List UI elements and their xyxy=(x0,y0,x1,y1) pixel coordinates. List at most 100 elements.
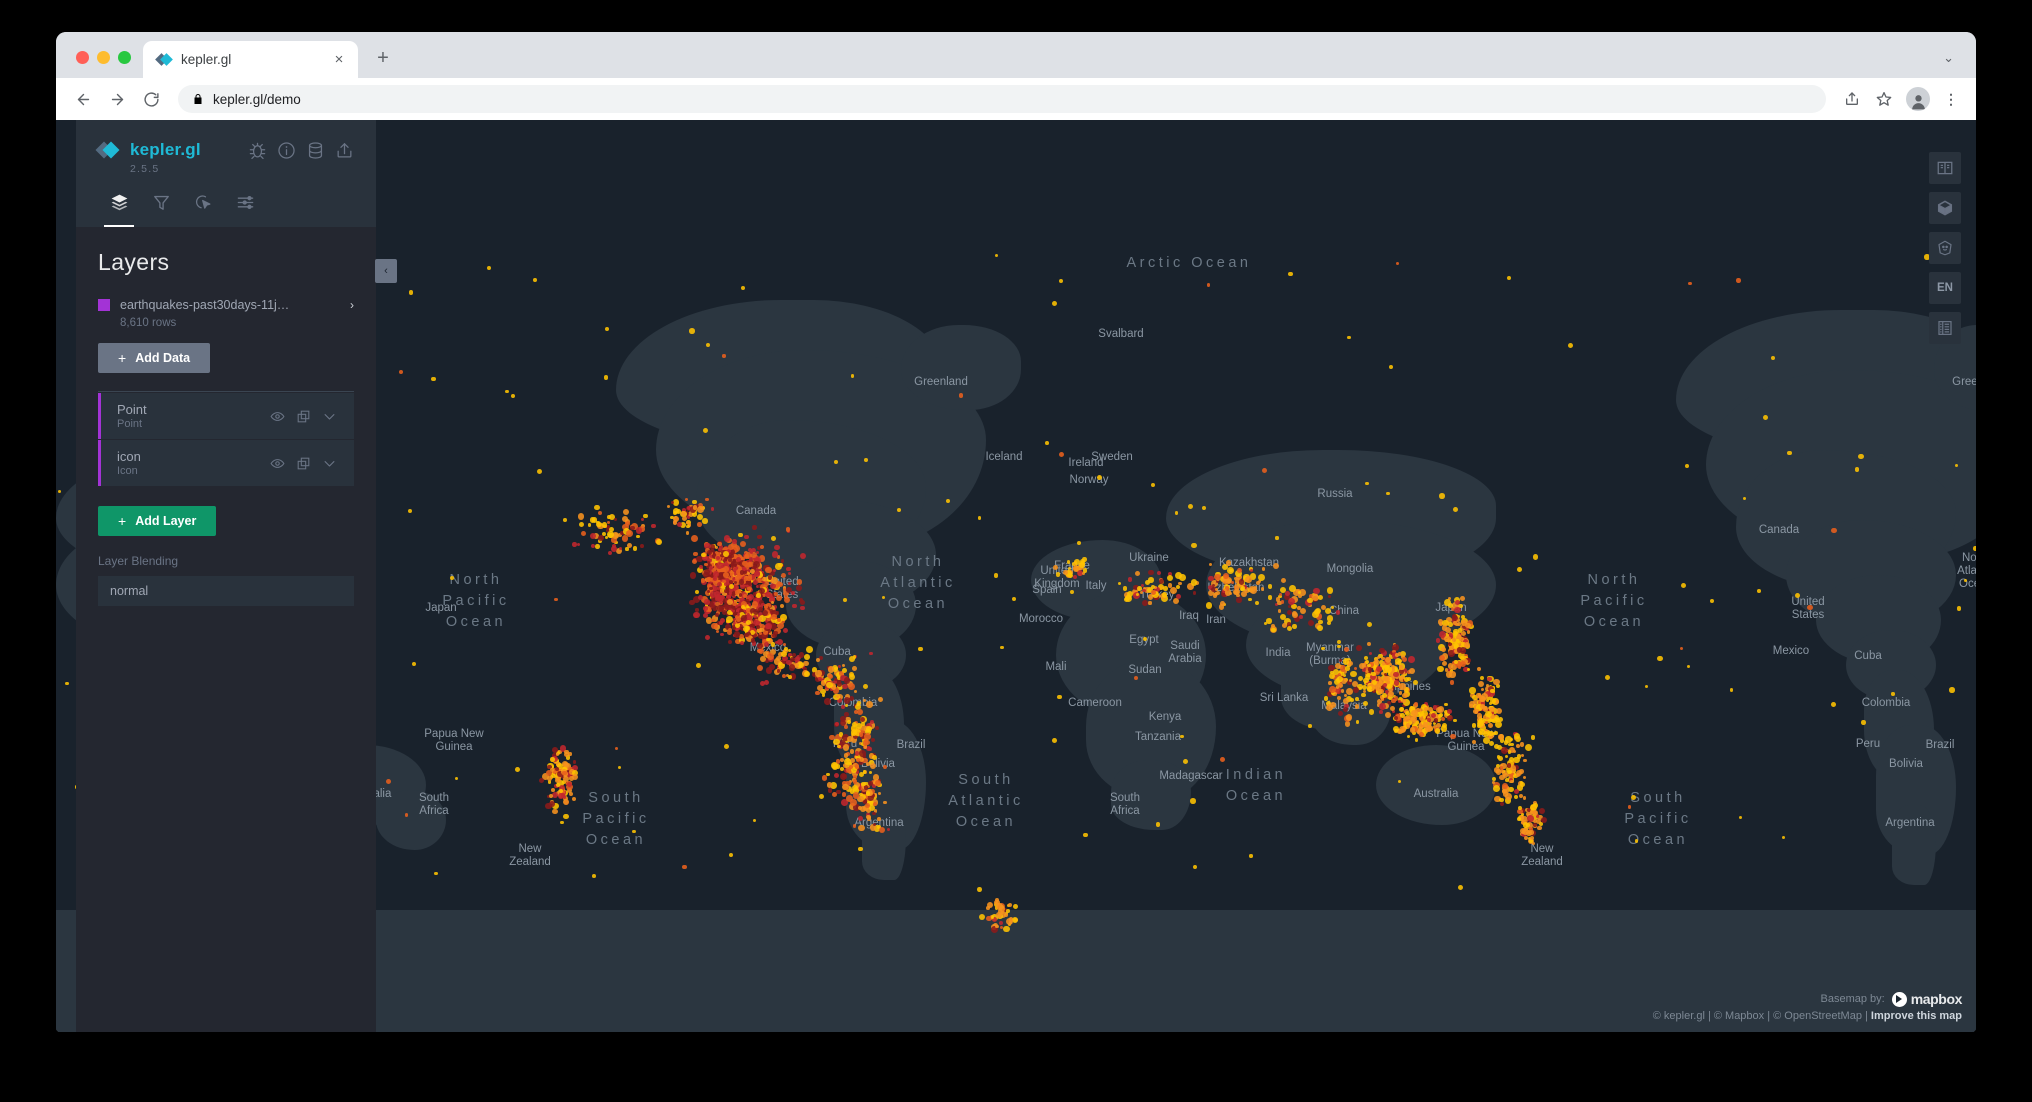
map-data-point[interactable] xyxy=(766,638,770,642)
map-data-point[interactable] xyxy=(1281,578,1286,583)
map-data-point[interactable] xyxy=(853,792,859,798)
map-data-point[interactable] xyxy=(1399,669,1403,673)
map-data-point[interactable] xyxy=(598,511,602,515)
map-data-point[interactable] xyxy=(623,509,629,515)
map-data-point[interactable] xyxy=(765,567,772,574)
profile-avatar[interactable] xyxy=(1906,87,1930,111)
map-data-point[interactable] xyxy=(551,788,555,792)
map-data-point[interactable] xyxy=(1391,699,1395,703)
map-data-point[interactable] xyxy=(1521,754,1524,757)
map-data-point[interactable] xyxy=(598,535,604,541)
map-data-point[interactable] xyxy=(1012,597,1016,601)
map-data-point[interactable] xyxy=(859,750,865,756)
map-data-point[interactable] xyxy=(579,522,584,527)
map-data-point[interactable] xyxy=(827,782,833,788)
map-data-point[interactable] xyxy=(723,551,729,557)
map-data-point[interactable] xyxy=(693,552,697,556)
map-data-point[interactable] xyxy=(1077,541,1081,545)
map-data-point[interactable] xyxy=(1067,560,1070,563)
map-data-point[interactable] xyxy=(858,847,862,851)
map-data-point[interactable] xyxy=(1399,665,1403,669)
map-data-point[interactable] xyxy=(868,781,873,786)
map-data-point[interactable] xyxy=(1477,720,1484,727)
map-data-point[interactable] xyxy=(608,551,612,555)
map-data-point[interactable] xyxy=(1568,343,1573,348)
map-data-point[interactable] xyxy=(1386,492,1389,495)
map-data-point[interactable] xyxy=(1213,593,1218,598)
map-data-point[interactable] xyxy=(1437,666,1443,672)
map-data-point[interactable] xyxy=(850,749,855,754)
map-data-point[interactable] xyxy=(1335,663,1341,669)
map-data-point[interactable] xyxy=(1148,601,1151,604)
map-data-point[interactable] xyxy=(1325,608,1331,614)
map-data-point[interactable] xyxy=(842,664,845,667)
map-data-point[interactable] xyxy=(1321,647,1324,650)
map-data-point[interactable] xyxy=(1387,684,1392,689)
map-data-point[interactable] xyxy=(742,561,747,566)
map-data-point[interactable] xyxy=(1680,647,1684,651)
map-data-point[interactable] xyxy=(1368,686,1372,690)
map-data-point[interactable] xyxy=(1398,659,1402,663)
map-data-point[interactable] xyxy=(786,567,790,571)
browser-menu-button[interactable]: ⋮ xyxy=(1940,94,1962,104)
map-data-point[interactable] xyxy=(824,698,831,705)
map-data-point[interactable] xyxy=(548,780,551,783)
map-data-point[interactable] xyxy=(1052,738,1057,743)
duplicate-layer-icon[interactable] xyxy=(290,453,316,473)
map-data-point[interactable] xyxy=(740,541,746,547)
map-data-point[interactable] xyxy=(717,587,720,590)
map-data-point[interactable] xyxy=(1517,567,1522,572)
map-data-point[interactable] xyxy=(788,649,791,652)
map-data-point[interactable] xyxy=(1315,608,1321,614)
map-data-point[interactable] xyxy=(1338,711,1343,716)
layer-item-point[interactable]: Point Point xyxy=(98,393,354,439)
map-data-point[interactable] xyxy=(1367,622,1372,627)
layer-visibility-eye-icon[interactable] xyxy=(264,406,290,426)
map-data-point[interactable] xyxy=(853,779,857,783)
map-data-point[interactable] xyxy=(870,763,876,769)
map-data-point[interactable] xyxy=(878,792,881,795)
map-data-point[interactable] xyxy=(780,604,784,608)
map-data-point[interactable] xyxy=(1336,610,1341,615)
layer-blending-select[interactable]: normal xyxy=(98,576,354,606)
map-data-point[interactable] xyxy=(1513,750,1516,753)
map-data-point[interactable] xyxy=(734,631,741,638)
map-data-point[interactable] xyxy=(736,557,741,562)
map-data-point[interactable] xyxy=(1159,579,1165,585)
map-data-point[interactable] xyxy=(1241,586,1246,591)
map-data-point[interactable] xyxy=(1013,904,1018,909)
map-data-point[interactable] xyxy=(412,662,416,666)
map-data-point[interactable] xyxy=(752,525,756,529)
map-data-point[interactable] xyxy=(853,824,857,828)
map-data-point[interactable] xyxy=(554,598,558,602)
map-data-point[interactable] xyxy=(756,593,761,598)
map-data-point[interactable] xyxy=(724,744,729,749)
map-data-point[interactable] xyxy=(1288,272,1293,277)
map-data-point[interactable] xyxy=(1507,770,1511,774)
map-data-point[interactable] xyxy=(757,535,761,539)
map-data-point[interactable] xyxy=(844,725,848,729)
map-data-point[interactable] xyxy=(1343,707,1349,713)
bookmark-star-icon[interactable] xyxy=(1870,85,1898,113)
map-data-point[interactable] xyxy=(1450,680,1454,684)
map-data-point[interactable] xyxy=(1444,703,1447,706)
map-data-point[interactable] xyxy=(386,779,391,784)
map-data-point[interactable] xyxy=(1070,590,1074,594)
map-data-point[interactable] xyxy=(1401,727,1406,732)
map-data-point[interactable] xyxy=(867,816,872,821)
map-data-point[interactable] xyxy=(753,561,760,568)
map-data-point[interactable] xyxy=(573,760,576,763)
map-data-point[interactable] xyxy=(723,566,729,572)
map-data-point[interactable] xyxy=(1493,785,1500,792)
map-data-point[interactable] xyxy=(1439,493,1444,498)
map-data-point[interactable] xyxy=(549,801,555,807)
map-data-point[interactable] xyxy=(795,663,799,667)
map-data-point[interactable] xyxy=(689,328,694,333)
map-data-point[interactable] xyxy=(1454,607,1461,614)
map-data-point[interactable] xyxy=(1533,554,1538,559)
map-data-point[interactable] xyxy=(673,520,678,525)
map-data-point[interactable] xyxy=(711,623,717,629)
bug-icon[interactable] xyxy=(248,141,267,160)
map-data-point[interactable] xyxy=(1337,696,1341,700)
map-data-point[interactable] xyxy=(1516,770,1522,776)
